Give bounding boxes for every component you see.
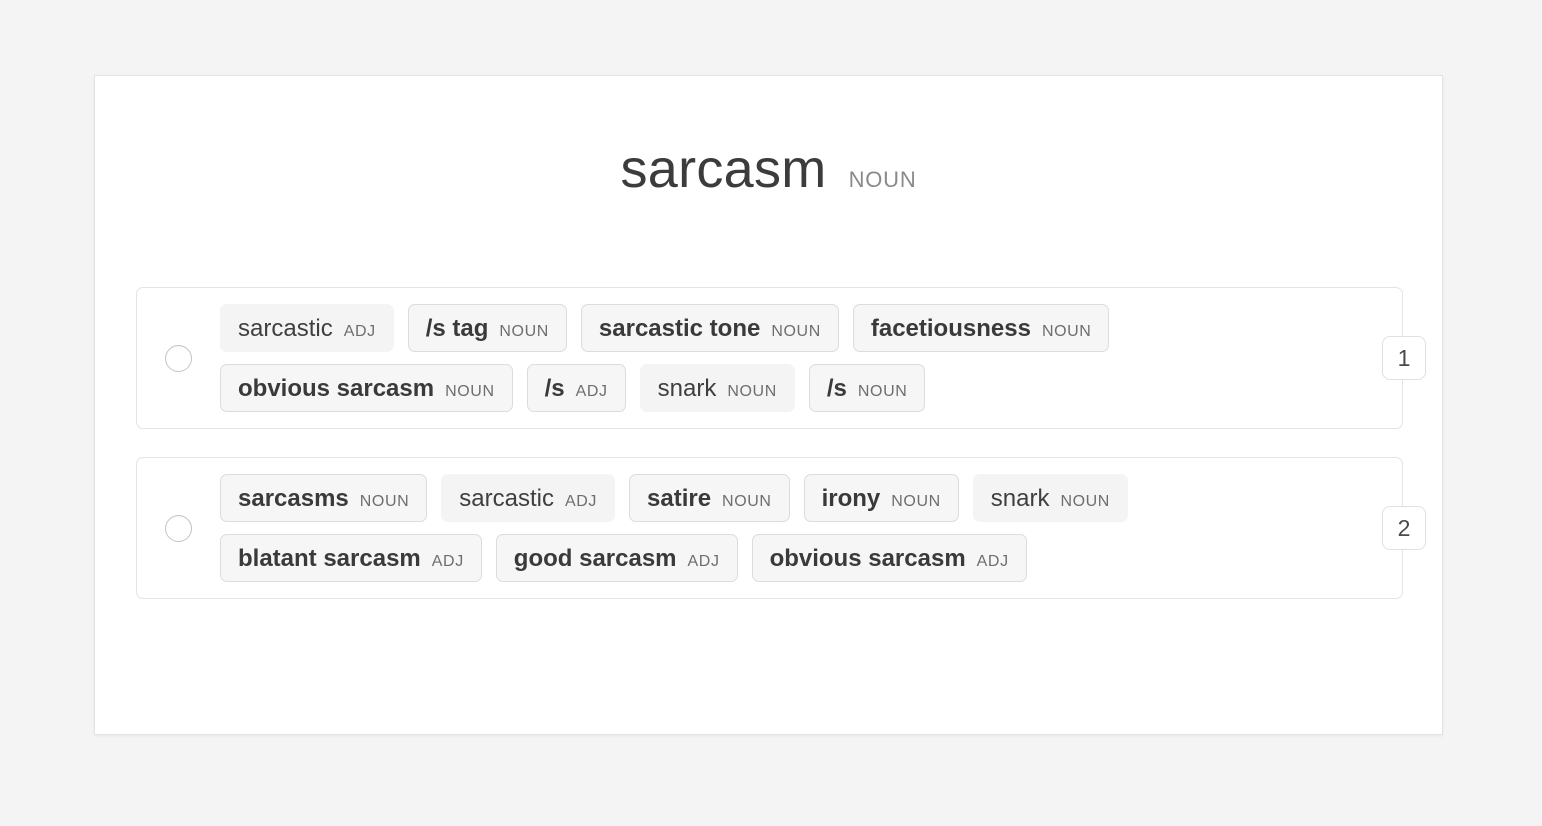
synonym-tag-pos: NOUN <box>722 493 772 510</box>
synonym-tag[interactable]: irony NOUN <box>803 474 959 522</box>
synonym-tag-pos: NOUN <box>359 493 410 510</box>
synonym-tag-pos: NOUN <box>1060 493 1110 510</box>
synonym-tag[interactable]: snark NOUN <box>972 474 1128 522</box>
synonym-tag-pos: ADJ <box>687 553 720 570</box>
synonym-tag[interactable]: obvious sarcasm NOUN <box>220 364 513 412</box>
synonym-tag-word: obvious sarcasm <box>769 545 966 572</box>
synonym-tag-word: sarcastic <box>238 315 333 342</box>
synonym-tag[interactable]: good sarcasm ADJ <box>495 534 738 582</box>
page-root: sarcasm NOUN sarcastic ADJ/s tag NOUN sarcas… <box>0 0 1542 826</box>
synonym-tag-pos: ADJ <box>343 323 376 340</box>
entry-card: sarcasm NOUN sarcastic ADJ/s tag NOUN sarcas… <box>94 75 1443 735</box>
tag-list: sarcastic ADJ/s tag NOUN sarcastic tone NOUN… <box>220 304 1384 412</box>
synonym-tag-pos: ADJ <box>976 553 1009 570</box>
synonym-tag-pos: NOUN <box>891 493 941 510</box>
synonym-tag-word: /s <box>826 375 847 402</box>
synonym-tag-pos: ADJ <box>575 383 608 400</box>
synonym-tag-word: /s <box>544 375 565 402</box>
synonym-tag[interactable]: sarcasms NOUN <box>220 474 428 522</box>
synonym-tag-word: obvious sarcasm <box>238 375 435 402</box>
sense-number-badge: 2 <box>1382 506 1426 550</box>
entry-header: sarcasm NOUN <box>95 138 1442 200</box>
synonym-tag[interactable]: satire NOUN <box>629 474 790 522</box>
synonym-tag-word: irony <box>821 485 881 512</box>
synonym-tag[interactable]: sarcastic tone NOUN <box>580 304 839 352</box>
synonym-tag[interactable]: facetiousness NOUN <box>852 304 1110 352</box>
synonym-tag[interactable]: sarcastic ADJ <box>220 304 394 352</box>
synonym-tag[interactable]: /s NOUN <box>808 364 926 412</box>
synonym-tag-pos: NOUN <box>1041 323 1092 340</box>
synonym-tag-pos: ADJ <box>564 493 597 510</box>
tag-list: sarcasms NOUN sarcastic ADJ satire NOUN irony N… <box>220 474 1384 582</box>
synonym-tag[interactable]: /s tag NOUN <box>407 304 567 352</box>
synonym-tag-word: snark <box>990 485 1050 512</box>
synonym-tag-word: sarcastic tone <box>598 315 761 342</box>
synonym-tag-pos: NOUN <box>499 323 549 340</box>
synonym-tag-pos: ADJ <box>431 553 464 570</box>
sense-group-list: sarcastic ADJ/s tag NOUN sarcastic tone NOUN… <box>136 287 1426 627</box>
page-title: sarcasm <box>620 139 827 199</box>
synonym-tag-word: facetiousness <box>870 315 1031 342</box>
synonym-tag-word: sarcastic <box>459 485 554 512</box>
synonym-tag-word: blatant sarcasm <box>238 545 421 572</box>
synonym-tag[interactable]: snark NOUN <box>639 364 795 412</box>
sense-select-cell <box>137 304 220 412</box>
headword-part-of-speech: NOUN <box>848 167 917 192</box>
sense-select-cell <box>137 474 220 582</box>
synonym-tag-word: sarcasms <box>238 485 349 512</box>
synonym-tag-word: snark <box>657 375 717 402</box>
sense-number-badge: 1 <box>1382 336 1426 380</box>
synonym-tag-pos: NOUN <box>771 323 821 340</box>
synonym-tag[interactable]: blatant sarcasm ADJ <box>220 534 482 582</box>
sense-group: sarcasms NOUN sarcastic ADJ satire NOUN irony N… <box>136 457 1426 599</box>
sense-radio-button[interactable] <box>165 514 192 542</box>
synonym-tag[interactable]: sarcastic ADJ <box>441 474 615 522</box>
synonym-tag-pos: NOUN <box>857 383 908 400</box>
synonym-tag[interactable]: obvious sarcasm ADJ <box>751 534 1027 582</box>
synonym-tag-word: satire <box>647 485 712 512</box>
synonym-tag[interactable]: /s ADJ <box>526 364 626 412</box>
sense-group: sarcastic ADJ/s tag NOUN sarcastic tone NOUN… <box>136 287 1426 429</box>
synonym-tag-word: /s tag <box>425 315 489 342</box>
synonym-tag-pos: NOUN <box>727 383 777 400</box>
synonym-tag-word: good sarcasm <box>513 545 677 572</box>
synonym-tag-pos: NOUN <box>445 383 495 400</box>
sense-radio-button[interactable] <box>165 344 192 372</box>
